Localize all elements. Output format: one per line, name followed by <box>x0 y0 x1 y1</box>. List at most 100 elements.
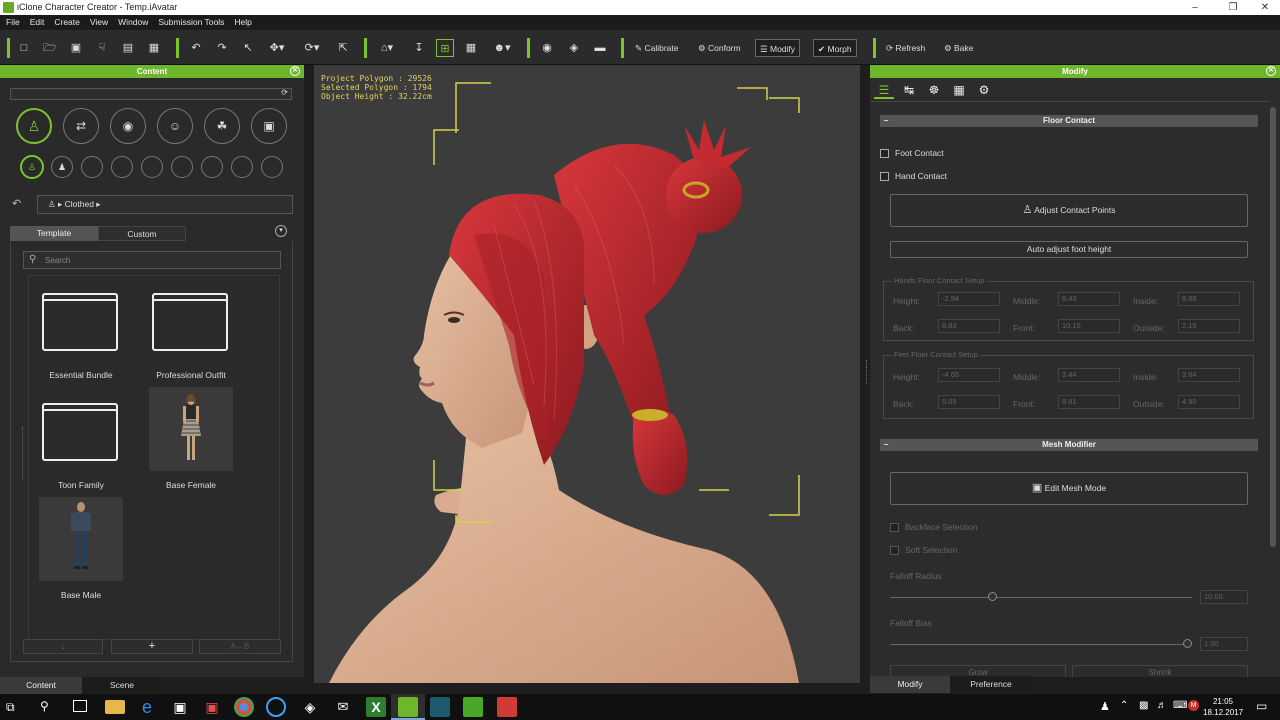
falloff-radius-field[interactable]: 10.00 <box>1200 590 1248 604</box>
settings-tab-icon[interactable]: ⚙ <box>974 83 994 97</box>
file-explorer-icon[interactable] <box>105 700 125 714</box>
skin-category-icon[interactable]: ◉ <box>110 108 146 144</box>
mesh-modifier-section[interactable]: – Mesh Modifier <box>880 439 1258 451</box>
library-path-bar[interactable]: ⟳ <box>10 88 292 100</box>
sliders-tab-icon[interactable]: ☰ <box>874 83 894 99</box>
right-splitter-handle[interactable] <box>866 360 869 384</box>
foot-contact-checkbox[interactable] <box>880 149 889 158</box>
keyboard-icon[interactable]: ⌨ <box>1173 700 1187 711</box>
minimize-icon[interactable]: – <box>1178 0 1212 15</box>
notification-badge-icon[interactable]: M <box>1188 700 1199 711</box>
search-icon[interactable]: ⚲ <box>40 699 49 713</box>
hands-middle-field[interactable]: 8.43 <box>1058 292 1120 306</box>
network-icon[interactable]: ▩ <box>1139 700 1148 711</box>
menu-window[interactable]: Window <box>118 15 148 30</box>
rotate-icon[interactable]: ⟳▾ <box>300 39 324 57</box>
empty-subcat-slot[interactable] <box>81 156 103 178</box>
folder-icon[interactable] <box>152 293 228 351</box>
store-icon[interactable]: ▣ <box>170 697 190 717</box>
smooth-shade-icon[interactable]: ◈ <box>565 39 583 57</box>
shrink-button[interactable]: Shrink <box>1072 665 1248 677</box>
backface-selection-checkbox[interactable] <box>890 523 899 532</box>
character-category-icon[interactable]: ♙ <box>16 108 52 144</box>
material-tab-icon[interactable]: ▦ <box>949 83 969 97</box>
export-icon[interactable]: ▤ <box>120 39 136 57</box>
scale-icon[interactable]: ⇱ <box>335 39 351 57</box>
folder-icon[interactable] <box>42 293 118 351</box>
feet-inside-field[interactable]: 3.64 <box>1178 368 1240 382</box>
modify-button[interactable]: ☰ Modify <box>755 39 801 57</box>
tab-custom[interactable]: Custom <box>98 226 186 241</box>
face-cam-icon[interactable]: ☻▾ <box>489 39 515 57</box>
options-dropdown-icon[interactable]: ▾ <box>275 225 287 237</box>
folder-icon[interactable] <box>42 403 118 461</box>
empty-subcat-slot[interactable] <box>231 156 253 178</box>
close-icon[interactable]: ✕ <box>1248 0 1280 15</box>
feet-middle-field[interactable]: 3.44 <box>1058 368 1120 382</box>
auto-adjust-button[interactable]: Auto adjust foot height <box>890 241 1248 258</box>
undo-icon[interactable]: ↶ <box>187 39 205 57</box>
hands-height-field[interactable]: -2.94 <box>938 292 1000 306</box>
download-button[interactable]: ↓ <box>23 639 103 654</box>
tab-modify-bottom[interactable]: Modify <box>870 676 950 693</box>
menu-file[interactable]: File <box>6 15 20 30</box>
menu-view[interactable]: View <box>90 15 108 30</box>
people-icon[interactable]: ♟ <box>1100 700 1110 713</box>
iclone-app-icon[interactable] <box>463 697 483 717</box>
import-character-icon[interactable]: ☟ <box>94 39 110 57</box>
3d-viewport[interactable] <box>314 65 860 683</box>
save-icon[interactable]: ▣ <box>68 39 84 57</box>
back-arrow-icon[interactable]: ↶ <box>12 197 21 210</box>
hands-back-field[interactable]: 8.83 <box>938 319 1000 333</box>
menu-submission-tools[interactable]: Submission Tools <box>158 15 224 30</box>
volume-icon[interactable]: ♬ <box>1157 700 1167 711</box>
scrollbar[interactable] <box>1270 107 1276 547</box>
chevron-up-icon[interactable]: ⌃ <box>1120 700 1128 711</box>
paint-icon[interactable]: ◈ <box>300 697 320 717</box>
resize-handle[interactable] <box>22 427 25 479</box>
tab-content-bottom[interactable]: Content <box>0 677 82 694</box>
falloff-bias-field[interactable]: 1.00 <box>1200 637 1248 651</box>
hand-contact-checkbox[interactable] <box>880 172 889 181</box>
excel-icon[interactable]: X <box>366 697 386 717</box>
edit-mesh-mode-button[interactable]: ▣ Edit Mesh Mode <box>890 472 1248 505</box>
task-view-icon[interactable] <box>73 700 87 712</box>
frame-icon[interactable]: ▦ <box>463 39 479 57</box>
refresh-library-icon[interactable]: ⟳ <box>281 88 288 97</box>
maximize-icon[interactable]: ❐ <box>1216 0 1250 15</box>
bake-button[interactable]: ⚙ Bake <box>940 39 977 57</box>
chrome-icon[interactable] <box>234 697 254 717</box>
hair-category-icon[interactable]: ☘ <box>204 108 240 144</box>
full-body-subcat-icon[interactable]: ♙ <box>20 155 44 179</box>
falloff-bias-slider-knob[interactable] <box>1183 639 1192 648</box>
feet-height-field[interactable]: -4.65 <box>938 368 1000 382</box>
open-folder-icon[interactable]: 🗁 <box>42 39 58 57</box>
feet-outside-field[interactable]: 4.90 <box>1178 395 1240 409</box>
head-category-icon[interactable]: ☺ <box>157 108 193 144</box>
action-center-icon[interactable]: ▭ <box>1256 699 1267 713</box>
empty-subcat-slot[interactable] <box>171 156 193 178</box>
adjust-contact-points-button[interactable]: ♙ Adjust Contact Points <box>890 194 1248 227</box>
new-file-icon[interactable]: □ <box>16 39 32 57</box>
replace-button[interactable]: A↔B <box>199 639 281 654</box>
menu-edit[interactable]: Edit <box>30 15 45 30</box>
home-camera-icon[interactable]: ⌂▾ <box>375 39 399 57</box>
accessory-category-icon[interactable]: ▣ <box>251 108 287 144</box>
move-icon[interactable]: ✥▾ <box>265 39 289 57</box>
morph-button[interactable]: ✔ Morph <box>813 39 857 57</box>
browser-icon[interactable] <box>266 697 286 717</box>
red-app-icon[interactable] <box>497 697 517 717</box>
tab-preference-bottom[interactable]: Preference <box>950 676 1032 693</box>
zoom-selected-icon[interactable]: ⊞ <box>436 39 454 57</box>
falloff-radius-slider-track[interactable] <box>890 597 1192 598</box>
conform-button[interactable]: ⚙ Conform <box>694 39 745 57</box>
export-fbx-icon[interactable]: ▦ <box>146 39 162 57</box>
refresh-button[interactable]: ⟳ Refresh <box>882 39 929 57</box>
breadcrumb-clothed[interactable]: Clothed <box>65 199 94 209</box>
falloff-radius-slider-knob[interactable] <box>988 592 997 601</box>
tab-template[interactable]: Template <box>10 226 98 241</box>
feet-back-field[interactable]: 5.05 <box>938 395 1000 409</box>
character-creator-icon[interactable] <box>398 697 418 717</box>
hands-front-field[interactable]: 10.16 <box>1058 319 1120 333</box>
morph-tab-icon[interactable]: ☸ <box>924 83 944 97</box>
